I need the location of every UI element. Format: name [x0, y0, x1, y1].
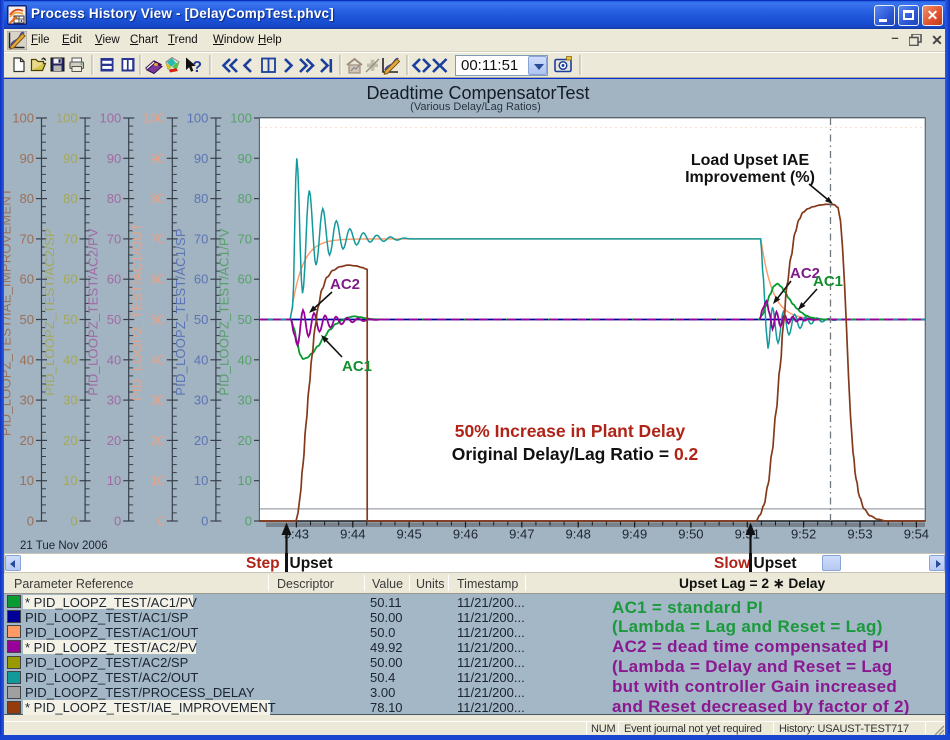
- svg-text:80: 80: [107, 191, 121, 206]
- svg-text:60: 60: [150, 272, 164, 287]
- svg-text:0: 0: [27, 514, 34, 529]
- svg-text:0: 0: [114, 514, 121, 529]
- svg-text:Original Delay/Lag Ratio = 0.2: Original Delay/Lag Ratio = 0.2: [452, 444, 699, 464]
- svg-text:90: 90: [194, 151, 208, 166]
- svg-text:AC1: AC1: [342, 358, 372, 375]
- svg-text:30: 30: [20, 393, 34, 408]
- svg-text:20: 20: [63, 433, 77, 448]
- svg-text:70: 70: [20, 231, 34, 246]
- svg-text:Improvement (%): Improvement (%): [685, 169, 815, 186]
- svg-text:50% Increase in Plant Delay: 50% Increase in Plant Delay: [455, 421, 686, 441]
- svg-text:90: 90: [107, 151, 121, 166]
- svg-text:50: 50: [63, 312, 77, 327]
- svg-text:90: 90: [150, 151, 164, 166]
- svg-text:100: 100: [230, 111, 252, 126]
- svg-text:9:52: 9:52: [791, 527, 816, 542]
- svg-text:40: 40: [20, 352, 34, 367]
- svg-text:70: 70: [238, 231, 252, 246]
- svg-text:70: 70: [107, 231, 121, 246]
- svg-text:100: 100: [99, 111, 121, 126]
- svg-text:60: 60: [194, 272, 208, 287]
- svg-text:80: 80: [63, 191, 77, 206]
- svg-text:30: 30: [238, 393, 252, 408]
- svg-text:60: 60: [63, 272, 77, 287]
- svg-text:0: 0: [70, 514, 77, 529]
- svg-text:100: 100: [12, 111, 34, 126]
- svg-text:20: 20: [150, 433, 164, 448]
- svg-text:50: 50: [150, 312, 164, 327]
- svg-text:60: 60: [107, 272, 121, 287]
- svg-text:30: 30: [63, 393, 77, 408]
- svg-text:90: 90: [63, 151, 77, 166]
- svg-text:PID_LOOPZ_TEST/AC2/SP: PID_LOOPZ_TEST/AC2/SP: [42, 228, 57, 395]
- svg-text:10: 10: [238, 473, 252, 488]
- svg-text:100: 100: [187, 111, 209, 126]
- svg-text:50: 50: [107, 312, 121, 327]
- svg-text:60: 60: [20, 272, 34, 287]
- svg-text:90: 90: [20, 151, 34, 166]
- svg-text:9:46: 9:46: [453, 527, 478, 542]
- svg-text:9:47: 9:47: [509, 527, 534, 542]
- svg-text:40: 40: [63, 352, 77, 367]
- svg-text:50: 50: [194, 312, 208, 327]
- svg-text:20: 20: [107, 433, 121, 448]
- svg-text:70: 70: [63, 231, 77, 246]
- svg-text:9:50: 9:50: [678, 527, 703, 542]
- svg-text:20: 20: [20, 433, 34, 448]
- svg-text:40: 40: [238, 352, 252, 367]
- svg-text:9:44: 9:44: [340, 527, 365, 542]
- svg-text:30: 30: [150, 393, 164, 408]
- svg-text:40: 40: [150, 352, 164, 367]
- svg-text:9:53: 9:53: [847, 527, 872, 542]
- svg-text:0: 0: [158, 514, 165, 529]
- svg-text:80: 80: [150, 191, 164, 206]
- svg-text:PID_LOOPZ_TEST/AC1/SP: PID_LOOPZ_TEST/AC1/SP: [173, 228, 188, 395]
- svg-text:10: 10: [194, 473, 208, 488]
- svg-text:9:49: 9:49: [622, 527, 647, 542]
- svg-text:60: 60: [238, 272, 252, 287]
- svg-text:20: 20: [238, 433, 252, 448]
- svg-text:10: 10: [20, 473, 34, 488]
- svg-text:AC2: AC2: [330, 276, 360, 293]
- svg-text:40: 40: [107, 352, 121, 367]
- svg-text:40: 40: [194, 352, 208, 367]
- svg-text:100: 100: [56, 111, 78, 126]
- svg-text:9:48: 9:48: [566, 527, 591, 542]
- svg-text:70: 70: [194, 231, 208, 246]
- svg-text:9:54: 9:54: [904, 527, 929, 542]
- svg-text:80: 80: [194, 191, 208, 206]
- svg-text:?: ?: [193, 59, 202, 76]
- svg-text:PID_LOOPZ_TEST/AC1/OUT: PID_LOOPZ_TEST/AC1/OUT: [129, 223, 144, 401]
- svg-text:30: 30: [194, 393, 208, 408]
- svg-text:100: 100: [143, 111, 165, 126]
- svg-text:10: 10: [107, 473, 121, 488]
- svg-text:80: 80: [238, 191, 252, 206]
- svg-text:20: 20: [194, 433, 208, 448]
- svg-text:Load Upset IAE: Load Upset IAE: [691, 152, 810, 169]
- svg-text:10: 10: [150, 473, 164, 488]
- svg-text:0: 0: [201, 514, 208, 529]
- svg-text:90: 90: [238, 151, 252, 166]
- svg-text:PID_LOOPZ_TEST/AC1/PV: PID_LOOPZ_TEST/AC1/PV: [217, 228, 232, 396]
- svg-text:50: 50: [20, 312, 34, 327]
- svg-text:50: 50: [238, 312, 252, 327]
- svg-text:10: 10: [63, 473, 77, 488]
- svg-text:70: 70: [150, 231, 164, 246]
- svg-text:0: 0: [245, 514, 252, 529]
- svg-text:AC1: AC1: [813, 273, 843, 290]
- svg-text:9:45: 9:45: [396, 527, 421, 542]
- svg-text:30: 30: [107, 393, 121, 408]
- svg-text:PID_LOOPZ_TEST/AC2/PV: PID_LOOPZ_TEST/AC2/PV: [86, 228, 101, 396]
- svg-text:80: 80: [20, 191, 34, 206]
